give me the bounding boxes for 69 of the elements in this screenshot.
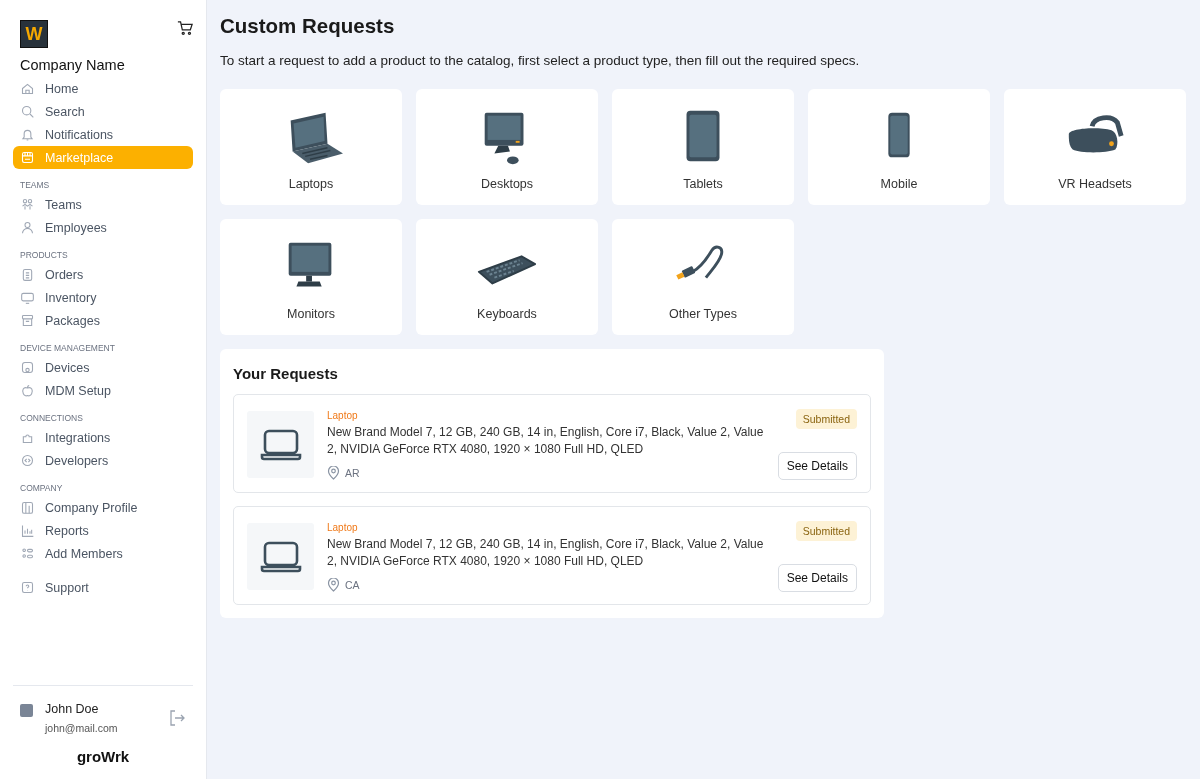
status-badge: Submitted xyxy=(795,409,857,429)
product-type-card[interactable]: Mobile xyxy=(808,89,990,205)
sidebar-item[interactable]: Notifications xyxy=(13,123,193,146)
sidebar-item[interactable]: Inventory xyxy=(13,286,193,309)
request-description: New Brand Model 7, 12 GB, 240 GB, 14 in, English, Core i7, Black, Value 2, Value 2, NVIDIA GeForce RTX 4080, 1920 × 1080 Full HD, QLED xyxy=(327,536,765,570)
request-description: New Brand Model 7, 12 GB, 240 GB, 14 in, English, Core i7, Black, Value 2, Value 2, NVIDIA GeForce RTX 4080, 1920 × 1080 Full HD, QLED xyxy=(327,424,765,458)
sidebar-item[interactable]: Support xyxy=(13,576,193,599)
see-details-button[interactable]: See Details xyxy=(777,564,857,592)
user-name: John Doe xyxy=(45,702,100,716)
logo: W xyxy=(20,20,48,48)
sidebar-item[interactable]: Reports xyxy=(13,519,193,542)
bar-chart-icon xyxy=(20,523,35,538)
monitor-icon xyxy=(20,290,35,305)
brand-logo: groWrk xyxy=(75,748,131,765)
request-category: Laptop xyxy=(327,522,359,533)
sidebar-item[interactable]: Devices xyxy=(13,356,193,379)
document-icon xyxy=(20,267,35,282)
product-type-card[interactable]: Other Types xyxy=(612,219,794,335)
bell-icon xyxy=(20,127,35,142)
sidebar-item[interactable]: Packages xyxy=(13,309,193,332)
cart-icon[interactable] xyxy=(177,20,193,36)
section-heading: TEAMS xyxy=(20,180,51,190)
archive-icon xyxy=(20,313,35,328)
search-icon xyxy=(20,104,35,119)
section-heading: COMPANY xyxy=(20,483,64,493)
product-type-card[interactable]: Laptops xyxy=(220,89,402,205)
sidebar-item[interactable]: Teams xyxy=(13,193,193,216)
page-title: Custom Requests xyxy=(220,14,396,38)
section-heading: CONNECTIONS xyxy=(20,413,84,423)
sidebar-item[interactable]: Orders xyxy=(13,263,193,286)
location-pin-icon xyxy=(327,466,340,480)
sidebar-item[interactable]: Developers xyxy=(13,449,193,472)
section-heading: DEVICE MANAGEMENT xyxy=(20,343,116,353)
laptop-icon xyxy=(259,539,302,574)
request-category: Laptop xyxy=(327,410,359,421)
company-name: Company Name xyxy=(20,57,126,73)
request-location: CA xyxy=(345,579,360,591)
sidebar-item[interactable]: Employees xyxy=(13,216,193,239)
section-title: Your Requests xyxy=(233,365,339,382)
laptop-icon xyxy=(259,427,302,462)
sidebar-item[interactable]: Home xyxy=(13,77,193,100)
product-type-card[interactable]: Desktops xyxy=(416,89,598,205)
product-type-card[interactable]: VR Headsets xyxy=(1004,89,1186,205)
location-pin-icon xyxy=(327,578,340,592)
home-icon xyxy=(20,81,35,96)
apple-icon xyxy=(20,383,35,398)
code-icon xyxy=(20,453,35,468)
storefront-icon xyxy=(20,150,35,165)
avatar-icon xyxy=(20,704,33,717)
members-icon xyxy=(20,546,35,561)
sidebar-item[interactable]: Integrations xyxy=(13,426,193,449)
product-type-card[interactable]: Monitors xyxy=(220,219,402,335)
page-description: To start a request to add a product to the catalog, first select a product type, then fill out the required specs. xyxy=(220,53,861,68)
product-type-card[interactable]: Keyboards xyxy=(416,219,598,335)
sidebar-item[interactable]: Company Profile xyxy=(13,496,193,519)
sidebar-item[interactable]: Search xyxy=(13,100,193,123)
person-icon xyxy=(20,220,35,235)
status-badge: Submitted xyxy=(795,521,857,541)
see-details-button[interactable]: See Details xyxy=(777,452,857,480)
help-icon xyxy=(20,580,35,595)
request-location: AR xyxy=(345,467,360,479)
device-icon xyxy=(20,360,35,375)
building-icon xyxy=(20,500,35,515)
people-icon xyxy=(20,197,35,212)
product-type-card[interactable]: Tablets xyxy=(612,89,794,205)
section-heading: PRODUCTS xyxy=(20,250,69,260)
user-email: john@mail.com xyxy=(45,722,119,734)
sidebar-item[interactable]: MDM Setup xyxy=(13,379,193,402)
sidebar-item[interactable]: Add Members xyxy=(13,542,193,565)
